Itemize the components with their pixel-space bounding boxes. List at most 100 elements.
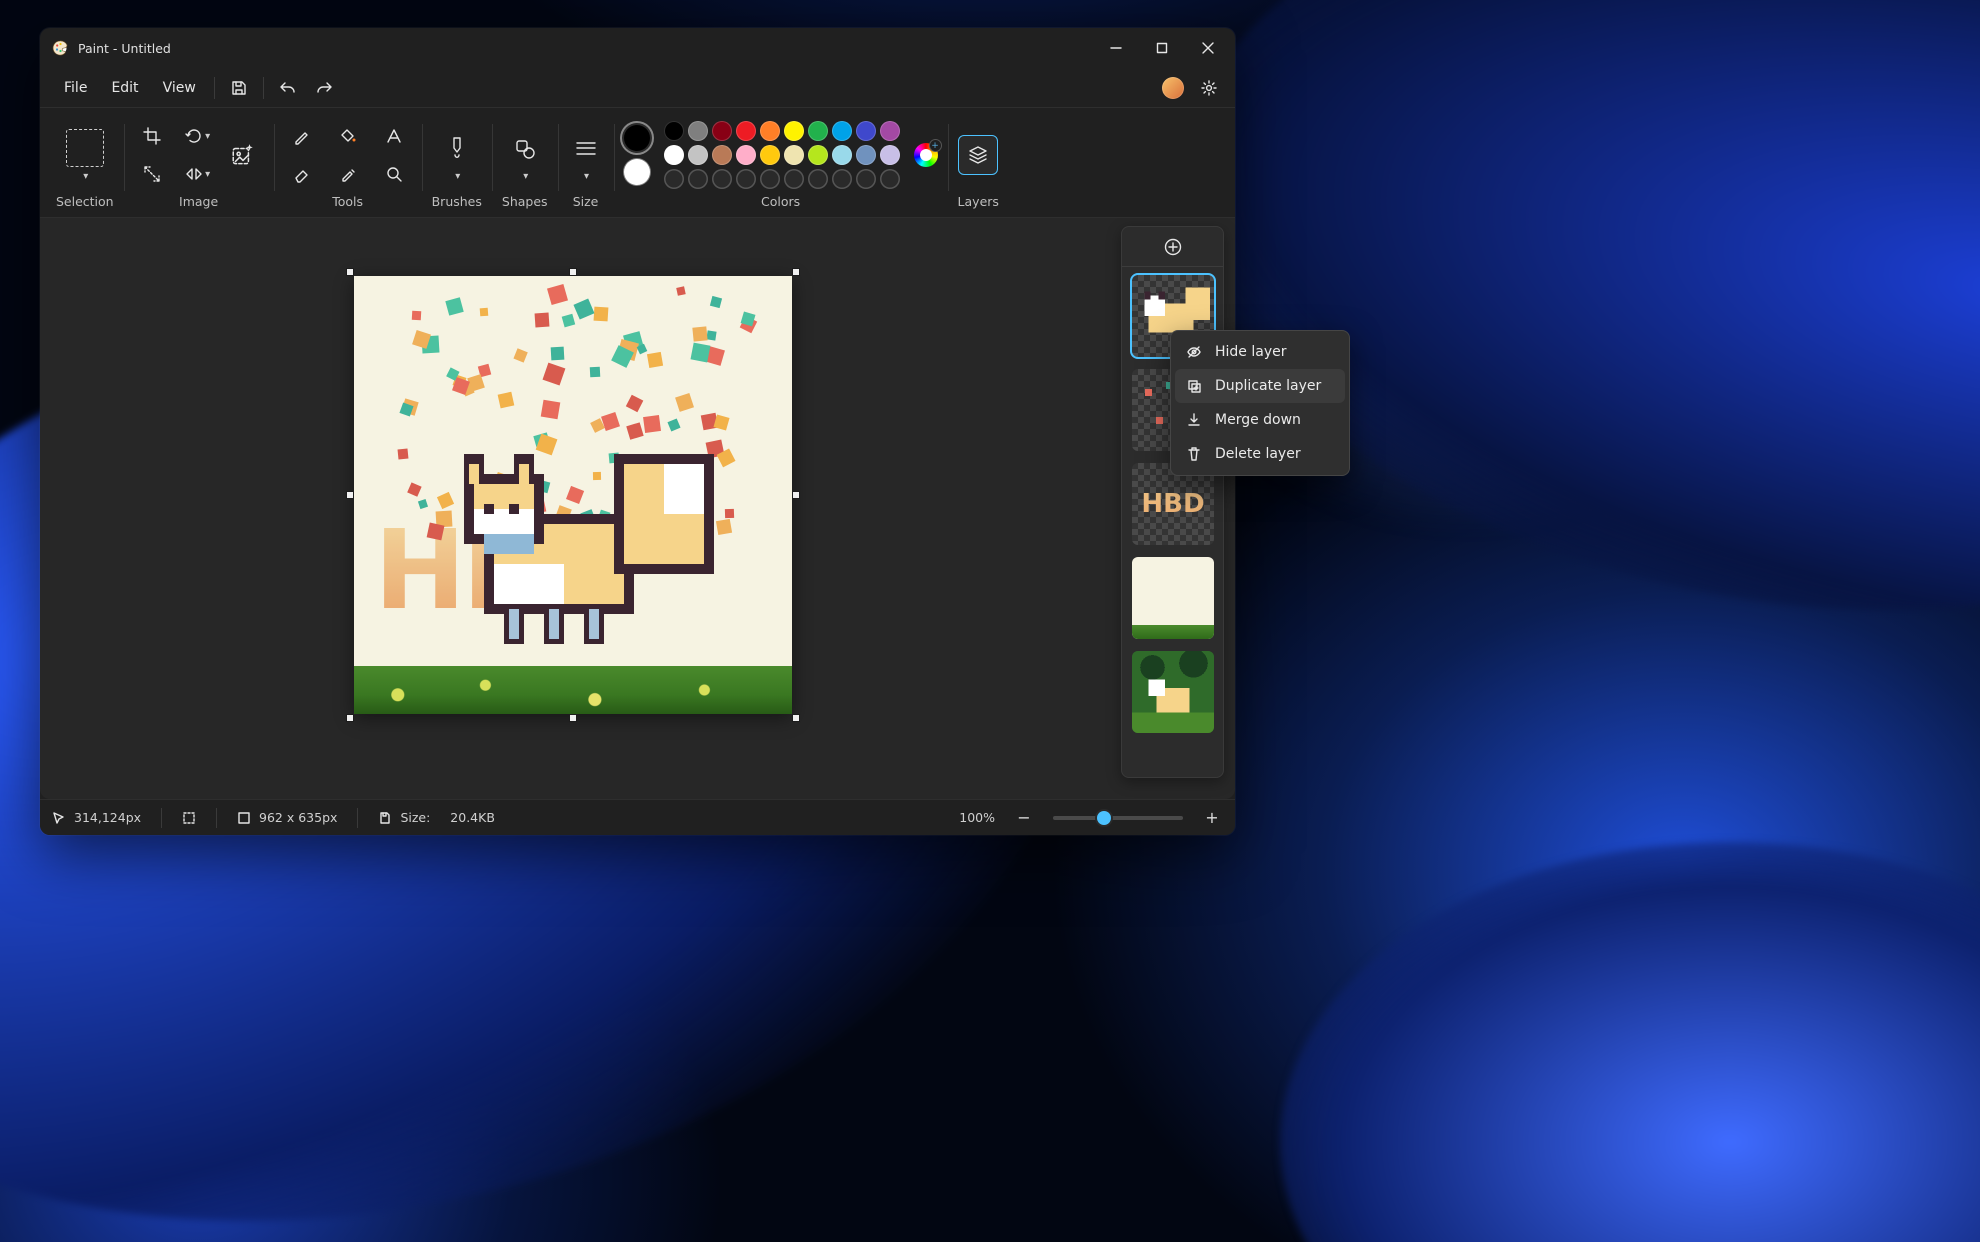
resize-handle[interactable] xyxy=(347,715,353,721)
chevron-down-icon[interactable]: ▾ xyxy=(83,171,88,182)
color-swatch-empty[interactable] xyxy=(712,169,732,189)
eraser-tool[interactable] xyxy=(284,158,320,190)
magnifier-tool[interactable] xyxy=(376,158,412,190)
color-swatch[interactable] xyxy=(808,121,828,141)
color-swatch[interactable] xyxy=(856,145,876,165)
window-title: Paint - Untitled xyxy=(78,41,171,56)
image-generate-tool[interactable] xyxy=(222,131,264,179)
primary-color-swatch[interactable] xyxy=(624,125,650,151)
title-bar[interactable]: Paint - Untitled xyxy=(40,28,1235,68)
select-tool[interactable] xyxy=(66,129,104,167)
chevron-down-icon[interactable]: ▾ xyxy=(584,171,589,182)
group-label-brushes: Brushes xyxy=(432,194,482,211)
color-swatch[interactable] xyxy=(880,121,900,141)
color-swatch[interactable] xyxy=(664,145,684,165)
color-swatch[interactable] xyxy=(664,121,684,141)
chevron-down-icon[interactable]: ▾ xyxy=(455,171,460,182)
layers-toggle-button[interactable] xyxy=(958,135,998,175)
zoom-out-button[interactable]: − xyxy=(1013,807,1035,829)
color-picker-tool[interactable] xyxy=(330,158,366,190)
zoom-slider[interactable] xyxy=(1053,816,1183,820)
color-swatch[interactable] xyxy=(856,121,876,141)
settings-button[interactable] xyxy=(1191,72,1227,104)
canvas-viewport[interactable]: HBD xyxy=(40,218,1235,799)
group-size: ▾ Size xyxy=(558,114,614,217)
undo-button[interactable] xyxy=(270,72,306,104)
color-swatch[interactable] xyxy=(760,121,780,141)
edit-colors-button[interactable]: + xyxy=(914,143,938,167)
chevron-down-icon[interactable]: ▾ xyxy=(523,171,528,182)
flip-tool[interactable]: ▾ xyxy=(180,158,216,190)
menu-edit[interactable]: Edit xyxy=(99,74,150,102)
color-swatch-empty[interactable] xyxy=(688,169,708,189)
save-button[interactable] xyxy=(221,72,257,104)
paint-window: Paint - Untitled File Edit View xyxy=(40,28,1235,835)
secondary-color-swatch[interactable] xyxy=(624,159,650,185)
color-swatch[interactable] xyxy=(832,145,852,165)
layers-panel: HBD xyxy=(1121,226,1224,778)
color-swatch[interactable] xyxy=(736,121,756,141)
selection-handles xyxy=(350,272,796,718)
maximize-button[interactable] xyxy=(1139,28,1185,68)
resize-handle[interactable] xyxy=(570,269,576,275)
group-selection: ▾ Selection xyxy=(46,114,124,217)
color-swatch-empty[interactable] xyxy=(856,169,876,189)
color-swatch-empty[interactable] xyxy=(880,169,900,189)
rotate-tool[interactable]: ▾ xyxy=(180,120,216,152)
color-swatch[interactable] xyxy=(712,145,732,165)
color-swatch-empty[interactable] xyxy=(808,169,828,189)
group-colors: + Colors xyxy=(614,114,948,217)
size-tool[interactable] xyxy=(568,129,604,169)
group-label-colors: Colors xyxy=(761,194,800,211)
color-swatch[interactable] xyxy=(688,145,708,165)
resize-handle[interactable] xyxy=(793,715,799,721)
color-swatch-empty[interactable] xyxy=(784,169,804,189)
zoom-in-button[interactable]: + xyxy=(1201,807,1223,829)
color-swatch-empty[interactable] xyxy=(760,169,780,189)
color-swatch-empty[interactable] xyxy=(664,169,684,189)
resize-handle[interactable] xyxy=(347,492,353,498)
paint-app-icon xyxy=(52,40,68,56)
color-swatch[interactable] xyxy=(808,145,828,165)
color-swatch[interactable] xyxy=(784,121,804,141)
color-swatch-empty[interactable] xyxy=(736,169,756,189)
pencil-tool[interactable] xyxy=(284,120,320,152)
layer-context-menu: Hide layerDuplicate layerMerge downDelet… xyxy=(1170,330,1350,476)
resize-handle[interactable] xyxy=(347,269,353,275)
resize-tool[interactable] xyxy=(134,158,170,190)
menu-view[interactable]: View xyxy=(151,74,208,102)
context-menu-item[interactable]: Hide layer xyxy=(1175,335,1345,369)
context-menu-item[interactable]: Merge down xyxy=(1175,403,1345,437)
color-swatch[interactable] xyxy=(688,121,708,141)
resize-handle[interactable] xyxy=(570,715,576,721)
color-swatch-empty[interactable] xyxy=(832,169,852,189)
minimize-button[interactable] xyxy=(1093,28,1139,68)
brush-tool[interactable] xyxy=(439,129,475,169)
shapes-tool[interactable] xyxy=(507,129,543,169)
user-avatar[interactable] xyxy=(1155,72,1191,104)
group-shapes: ▾ Shapes xyxy=(492,114,558,217)
color-swatch[interactable] xyxy=(736,145,756,165)
duplicate-icon xyxy=(1185,378,1203,394)
text-tool[interactable] xyxy=(376,120,412,152)
layer-thumbnail[interactable] xyxy=(1132,651,1214,733)
menu-bar: File Edit View xyxy=(40,68,1235,108)
layer-thumbnail[interactable] xyxy=(1132,557,1214,639)
redo-button[interactable] xyxy=(306,72,342,104)
close-button[interactable] xyxy=(1185,28,1231,68)
color-swatch[interactable] xyxy=(760,145,780,165)
color-swatch[interactable] xyxy=(712,121,732,141)
color-swatch[interactable] xyxy=(832,121,852,141)
color-swatch[interactable] xyxy=(784,145,804,165)
merge-down-icon xyxy=(1185,412,1203,428)
fill-tool[interactable] xyxy=(330,120,366,152)
menu-file[interactable]: File xyxy=(52,74,99,102)
add-layer-button[interactable] xyxy=(1164,238,1182,256)
color-swatch[interactable] xyxy=(880,145,900,165)
context-menu-item[interactable]: Duplicate layer xyxy=(1175,369,1345,403)
crop-tool[interactable] xyxy=(134,120,170,152)
context-menu-item[interactable]: Delete layer xyxy=(1175,437,1345,471)
group-label-layers: Layers xyxy=(958,194,999,211)
resize-handle[interactable] xyxy=(793,492,799,498)
resize-handle[interactable] xyxy=(793,269,799,275)
